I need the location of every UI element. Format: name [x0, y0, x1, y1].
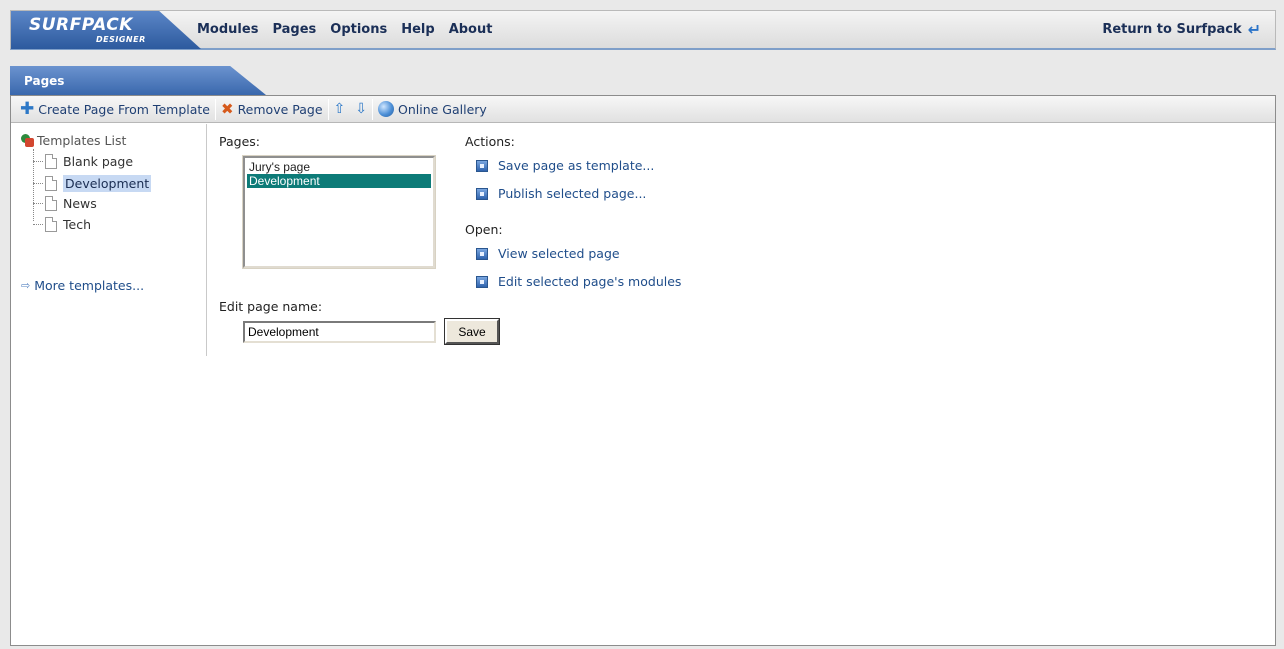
pages-label: Pages: [219, 134, 260, 149]
edit-selected-page-modules-link[interactable]: Edit selected page's modules [476, 274, 681, 289]
edit-modules-label: Edit selected page's modules [498, 274, 682, 289]
move-up-button[interactable]: ⇧ [329, 96, 351, 123]
globe-icon [378, 101, 394, 117]
template-item-blank-page[interactable]: Blank page [33, 154, 133, 169]
action-bullet-icon [476, 159, 488, 172]
menu-about[interactable]: About [449, 22, 493, 37]
page-icon [45, 196, 57, 211]
pages-panel: ✚ Create Page From Template ✖ Remove Pag… [10, 95, 1276, 646]
template-label: Tech [63, 217, 91, 232]
tree-branch-line [33, 161, 43, 162]
move-down-button[interactable]: ⇩ [350, 96, 372, 123]
view-page-label: View selected page [498, 246, 620, 261]
arrow-down-icon: ⇩ [355, 101, 367, 117]
create-page-from-template-button[interactable]: ✚ Create Page From Template [15, 96, 215, 123]
remove-page-button[interactable]: ✖ Remove Page [216, 96, 328, 123]
arrow-right-icon: ⇨ [21, 279, 31, 292]
template-label: Blank page [63, 154, 134, 169]
page-icon [45, 154, 57, 169]
page-list-item-selected[interactable]: Development [247, 174, 431, 188]
logo-sub-text: DESIGNER [96, 35, 146, 44]
arrow-up-icon: ⇧ [333, 101, 346, 117]
save-template-label: Save page as template... [498, 158, 655, 173]
menu-help[interactable]: Help [401, 22, 434, 37]
return-to-surfpack-link[interactable]: Return to Surfpack ↵ [1102, 20, 1261, 39]
menu-modules[interactable]: Modules [197, 22, 258, 37]
tree-branch-line [33, 183, 43, 184]
remove-x-icon: ✖ [220, 100, 234, 118]
action-bullet-icon [476, 247, 488, 260]
page-icon [45, 176, 57, 191]
tree-branch-line [33, 203, 43, 204]
template-label: News [63, 196, 97, 211]
remove-page-label: Remove Page [237, 101, 323, 117]
save-page-as-template-link[interactable]: Save page as template... [476, 158, 654, 173]
page-icon [45, 217, 57, 232]
more-templates-link[interactable]: ⇨ More templates... [21, 278, 144, 293]
main-menu: Modules Pages Options Help About [197, 22, 492, 37]
tab-pages[interactable]: Pages [10, 66, 266, 95]
tree-branch-line [33, 224, 43, 225]
return-arrow-icon: ↵ [1247, 20, 1261, 39]
surfpack-logo[interactable]: SURFPACK DESIGNER [11, 11, 201, 49]
top-bar: SURFPACK DESIGNER Modules Pages Options … [10, 10, 1276, 50]
action-bullet-icon [476, 275, 488, 288]
actions-label: Actions: [465, 134, 515, 149]
toolbar: ✚ Create Page From Template ✖ Remove Pag… [11, 96, 1275, 123]
templates-list-root[interactable]: Templates List [21, 133, 126, 148]
template-label: Development [63, 175, 152, 192]
templates-sidebar: Templates List Blank page Development Ne… [11, 124, 207, 356]
logo-main-text: SURFPACK [29, 15, 133, 35]
page-name-input[interactable] [243, 321, 436, 343]
online-gallery-label: Online Gallery [398, 101, 487, 117]
action-bullet-icon [476, 187, 488, 200]
templates-list-label: Templates List [37, 133, 127, 148]
pages-listbox[interactable]: Jury's page Development [242, 155, 436, 269]
create-page-label: Create Page From Template [38, 101, 210, 117]
publish-label: Publish selected page... [498, 186, 647, 201]
template-item-news[interactable]: News [33, 196, 97, 211]
template-item-development[interactable]: Development [33, 175, 152, 192]
edit-page-name-label: Edit page name: [219, 299, 323, 314]
return-label: Return to Surfpack [1102, 22, 1242, 37]
view-selected-page-link[interactable]: View selected page [476, 246, 620, 261]
plus-icon: ✚ [20, 99, 35, 119]
menu-options[interactable]: Options [330, 22, 387, 37]
save-button[interactable]: Save [444, 318, 500, 345]
page-list-item[interactable]: Jury's page [247, 160, 431, 174]
more-templates-label: More templates... [34, 278, 145, 293]
templates-list-icon [21, 134, 34, 147]
open-label: Open: [465, 222, 503, 237]
online-gallery-button[interactable]: Online Gallery [373, 96, 492, 123]
publish-selected-page-link[interactable]: Publish selected page... [476, 186, 646, 201]
menu-pages[interactable]: Pages [272, 22, 316, 37]
template-item-tech[interactable]: Tech [33, 217, 91, 232]
